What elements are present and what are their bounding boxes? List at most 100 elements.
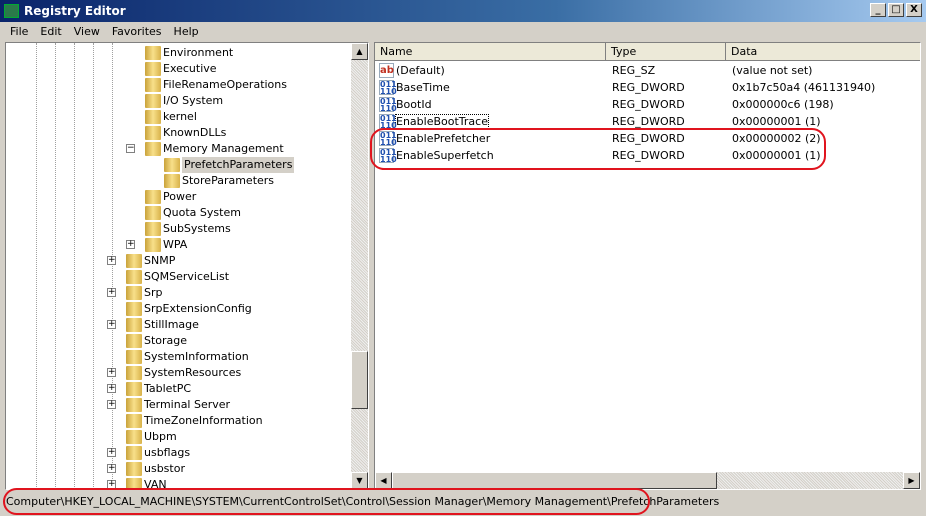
tree-node-label: I/O System xyxy=(163,94,224,107)
tree-node[interactable]: + SystemResources xyxy=(6,365,346,381)
collapse-icon[interactable]: − xyxy=(126,144,135,153)
expand-icon[interactable]: + xyxy=(107,448,116,457)
value-type: REG_SZ xyxy=(612,64,656,77)
tree-node[interactable]: I/O System xyxy=(6,93,346,109)
tree-node[interactable]: SrpExtensionConfig xyxy=(6,301,346,317)
tree-node[interactable]: + WPA xyxy=(6,237,346,253)
value-row[interactable]: 011 110 BaseTime REG_DWORD 0x1b7c50a4 (46113… xyxy=(375,79,905,96)
tree-node[interactable]: − Memory Management xyxy=(6,141,346,157)
tree-node[interactable]: SystemInformation xyxy=(6,349,346,365)
folder-icon xyxy=(126,430,142,444)
tree-node-label: SystemInformation xyxy=(144,350,249,363)
scroll-thumb[interactable] xyxy=(351,351,368,409)
tree-node[interactable]: + StillImage xyxy=(6,317,346,333)
tree-node[interactable]: KnownDLLs xyxy=(6,125,346,141)
folder-icon xyxy=(126,318,142,332)
scroll-down-button[interactable]: ▼ xyxy=(351,472,368,489)
tree-node-label: Ubpm xyxy=(144,430,177,443)
tree-node[interactable]: + usbstor xyxy=(6,461,346,477)
tree-node-label: Quota System xyxy=(163,206,241,219)
tree-node[interactable]: kernel xyxy=(6,109,346,125)
column-data[interactable]: Data xyxy=(726,43,920,61)
string-value-icon: ab xyxy=(379,63,394,78)
close-button[interactable]: X xyxy=(906,3,922,17)
annotation-ring-values xyxy=(370,128,826,170)
window-title: Registry Editor xyxy=(24,4,126,18)
list-horizontal-scrollbar[interactable]: ◀ ▶ xyxy=(375,472,920,489)
value-type: REG_DWORD xyxy=(612,98,685,111)
tree-node[interactable]: Storage xyxy=(6,333,346,349)
column-name[interactable]: Name xyxy=(375,43,606,61)
tree-node-label: StoreParameters xyxy=(182,174,275,187)
menu-file[interactable]: File xyxy=(4,22,34,42)
value-name: BaseTime xyxy=(396,81,450,94)
tree-node[interactable]: + SNMP xyxy=(6,253,346,269)
column-type[interactable]: Type xyxy=(606,43,726,61)
value-name: (Default) xyxy=(396,64,445,77)
tree-node[interactable]: Quota System xyxy=(6,205,346,221)
tree-node-label: Srp xyxy=(144,286,163,299)
scroll-right-button[interactable]: ▶ xyxy=(903,472,920,489)
scroll-up-button[interactable]: ▲ xyxy=(351,43,368,60)
folder-icon xyxy=(145,62,161,76)
value-row[interactable]: 011 110 BootId REG_DWORD 0x000000c6 (198) xyxy=(375,96,905,113)
value-row[interactable]: ab (Default) REG_SZ (value not set) xyxy=(375,62,905,79)
tree-node-label: usbflags xyxy=(144,446,191,459)
expand-icon[interactable]: + xyxy=(107,288,116,297)
folder-icon xyxy=(126,446,142,460)
value-type: REG_DWORD xyxy=(612,81,685,94)
folder-icon xyxy=(126,350,142,364)
dword-value-icon: 011 110 xyxy=(379,114,397,130)
expand-icon[interactable]: + xyxy=(107,256,116,265)
folder-icon xyxy=(145,222,161,236)
tree-node[interactable]: + usbflags xyxy=(6,445,346,461)
folder-icon xyxy=(126,302,142,316)
menu-help[interactable]: Help xyxy=(168,22,205,42)
tree-node[interactable]: StoreParameters xyxy=(6,173,346,189)
folder-icon xyxy=(145,94,161,108)
tree-node[interactable]: SubSystems xyxy=(6,221,346,237)
expand-icon[interactable]: + xyxy=(107,320,116,329)
tree-node-label: PrefetchParameters xyxy=(182,157,295,173)
title-bar: Registry Editor _ □ X xyxy=(0,0,926,22)
registry-tree[interactable]: Environment Executive FileRenameOperations… xyxy=(5,42,369,490)
tree-node[interactable]: Power xyxy=(6,189,346,205)
minimize-button[interactable]: _ xyxy=(870,3,886,17)
h-scroll-thumb[interactable] xyxy=(392,472,717,489)
maximize-button[interactable]: □ xyxy=(888,3,904,17)
tree-node[interactable]: Executive xyxy=(6,61,346,77)
tree-node-label: Environment xyxy=(163,46,234,59)
tree-node-label: SQMServiceList xyxy=(144,270,230,283)
scroll-left-button[interactable]: ◀ xyxy=(375,472,392,489)
tree-node[interactable]: + Terminal Server xyxy=(6,397,346,413)
value-name: EnableBootTrace xyxy=(395,114,489,129)
folder-icon xyxy=(145,190,161,204)
menu-view[interactable]: View xyxy=(68,22,106,42)
menu-edit[interactable]: Edit xyxy=(34,22,67,42)
expand-icon[interactable]: + xyxy=(126,240,135,249)
tree-node-label: Memory Management xyxy=(163,142,284,155)
expand-icon[interactable]: + xyxy=(107,368,116,377)
tree-node-label: KnownDLLs xyxy=(163,126,227,139)
tree-node-label: TabletPC xyxy=(144,382,192,395)
tree-node[interactable]: FileRenameOperations xyxy=(6,77,346,93)
expand-icon[interactable]: + xyxy=(107,384,116,393)
tree-vertical-scrollbar[interactable]: ▲ ▼ xyxy=(351,43,368,489)
tree-node[interactable]: Environment xyxy=(6,45,346,61)
tree-node-label: SrpExtensionConfig xyxy=(144,302,252,315)
folder-icon xyxy=(126,382,142,396)
values-list[interactable]: Name Type Data ab (Default) REG_SZ (value n… xyxy=(374,42,921,490)
tree-node[interactable]: PrefetchParameters xyxy=(6,157,346,173)
tree-node[interactable]: + Srp xyxy=(6,285,346,301)
expand-icon[interactable]: + xyxy=(107,400,116,409)
tree-node[interactable]: TimeZoneInformation xyxy=(6,413,346,429)
tree-node[interactable]: Ubpm xyxy=(6,429,346,445)
folder-icon xyxy=(145,238,161,252)
value-data: (value not set) xyxy=(732,64,813,77)
tree-node[interactable]: + TabletPC xyxy=(6,381,346,397)
folder-icon xyxy=(145,46,161,60)
folder-icon xyxy=(164,174,180,188)
menu-favorites[interactable]: Favorites xyxy=(106,22,168,42)
expand-icon[interactable]: + xyxy=(107,464,116,473)
tree-node[interactable]: SQMServiceList xyxy=(6,269,346,285)
